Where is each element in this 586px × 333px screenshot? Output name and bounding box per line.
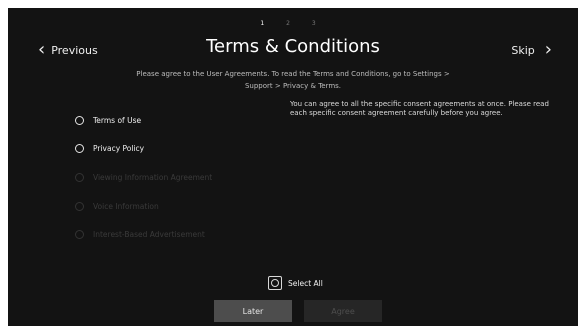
agreement-terms-of-use[interactable]: Terms of Use: [75, 106, 212, 135]
agreement-label: Interest-Based Advertisement: [93, 230, 205, 240]
select-all-checkbox[interactable]: Select All: [268, 276, 323, 290]
agreement-viewing-information: Viewing Information Agreement: [75, 163, 212, 192]
terms-screen: 1 2 3 ‹ Previous Terms & Conditions Skip…: [8, 8, 578, 326]
skip-button[interactable]: Skip ›: [511, 41, 552, 59]
agreement-label: Voice Information: [93, 201, 159, 211]
agreement-label: Viewing Information Agreement: [93, 172, 213, 182]
agree-button[interactable]: Agree: [304, 300, 382, 322]
agreement-voice-information: Voice Information: [75, 192, 212, 221]
step-dot-1: 1: [260, 20, 275, 27]
select-all-label: Select All: [288, 278, 323, 288]
subtitle-line-2: Support > Privacy & Terms.: [244, 82, 342, 90]
radio-circle-icon: [75, 201, 84, 211]
radio-circle-icon: [75, 115, 84, 125]
step-dot-3: 3: [311, 20, 326, 27]
consent-note: You can agree to all the specific consen…: [290, 100, 549, 117]
agreement-privacy-policy[interactable]: Privacy Policy: [75, 135, 212, 164]
radio-circle-icon: [75, 144, 84, 154]
radio-circle-icon: [75, 230, 84, 240]
agreement-interest-based-advertisement: Interest-Based Advertisement: [75, 220, 212, 249]
page-subtitle: Please agree to the User Agreements. To …: [88, 68, 498, 92]
checkbox-icon: [268, 276, 282, 290]
chevron-right-icon: ›: [544, 39, 552, 60]
radio-circle-icon: [75, 172, 84, 182]
agreement-label: Privacy Policy: [93, 144, 145, 154]
step-indicator: 1 2 3: [8, 20, 578, 27]
agreement-label: Terms of Use: [93, 115, 142, 125]
subtitle-line-1: Please agree to the User Agreements. To …: [136, 70, 450, 78]
page-title: Terms & Conditions: [206, 36, 380, 57]
skip-label: Skip: [511, 43, 535, 57]
agreement-list: Terms of Use Privacy Policy Viewing Info…: [75, 106, 212, 249]
step-dot-2: 2: [286, 20, 300, 27]
action-buttons: Later Agree: [214, 300, 382, 322]
later-button[interactable]: Later: [214, 300, 292, 322]
